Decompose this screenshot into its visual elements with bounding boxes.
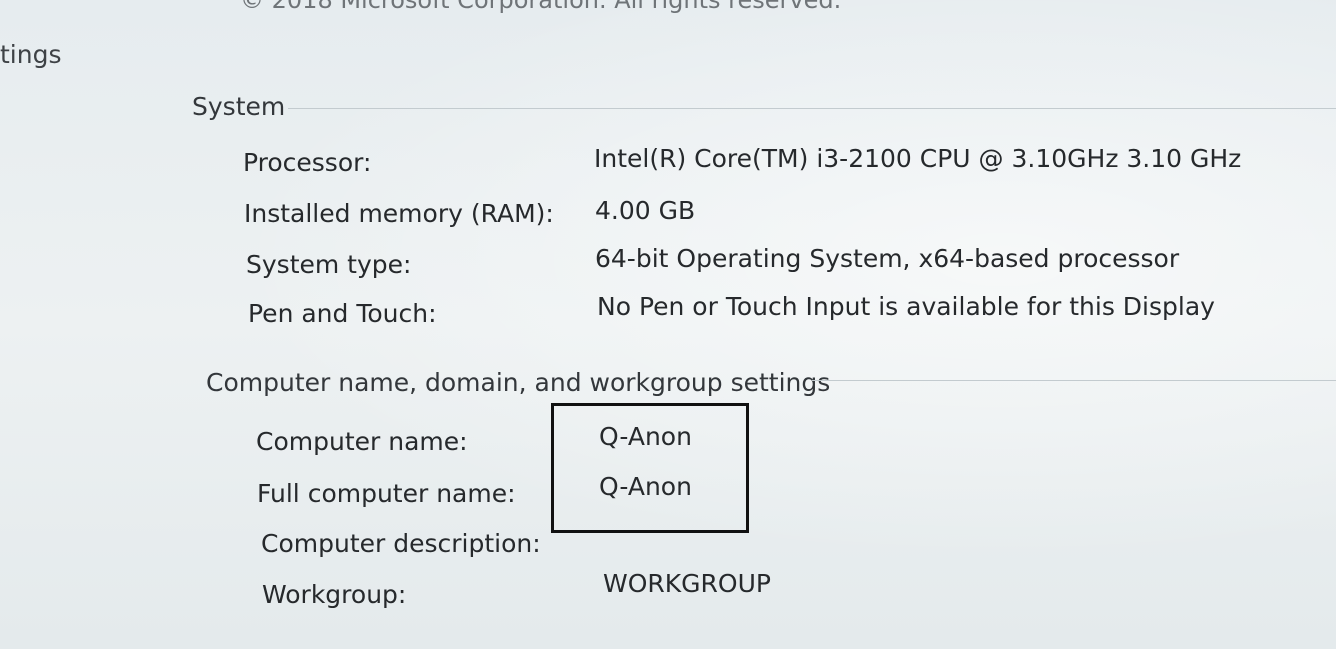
processor-label: Processor: [243,148,372,177]
system-section-title: System [192,92,286,121]
workgroup-value: WORKGROUP [603,569,771,598]
full-computer-name-label: Full computer name: [257,479,516,508]
pen-touch-label: Pen and Touch: [248,299,437,328]
computer-description-label: Computer description: [261,529,541,558]
nav-settings-link[interactable]: tings [0,40,62,69]
computer-section-divider [812,380,1336,381]
copyright-text: © 2018 Microsoft Corporation. All rights… [240,0,842,14]
computer-section-title: Computer name, domain, and workgroup set… [206,368,831,397]
processor-value: Intel(R) Core(TM) i3-2100 CPU @ 3.10GHz … [594,144,1242,173]
computer-name-label: Computer name: [256,427,468,456]
highlight-box [551,403,749,533]
installed-memory-value: 4.00 GB [595,196,696,225]
system-type-value: 64-bit Operating System, x64-based proce… [595,244,1180,273]
workgroup-label: Workgroup: [262,580,407,609]
system-type-label: System type: [246,250,412,279]
system-properties-screen: © 2018 Microsoft Corporation. All rights… [0,0,1336,649]
system-section-divider [288,108,1336,109]
installed-memory-label: Installed memory (RAM): [244,199,554,228]
pen-touch-value: No Pen or Touch Input is available for t… [597,292,1215,321]
